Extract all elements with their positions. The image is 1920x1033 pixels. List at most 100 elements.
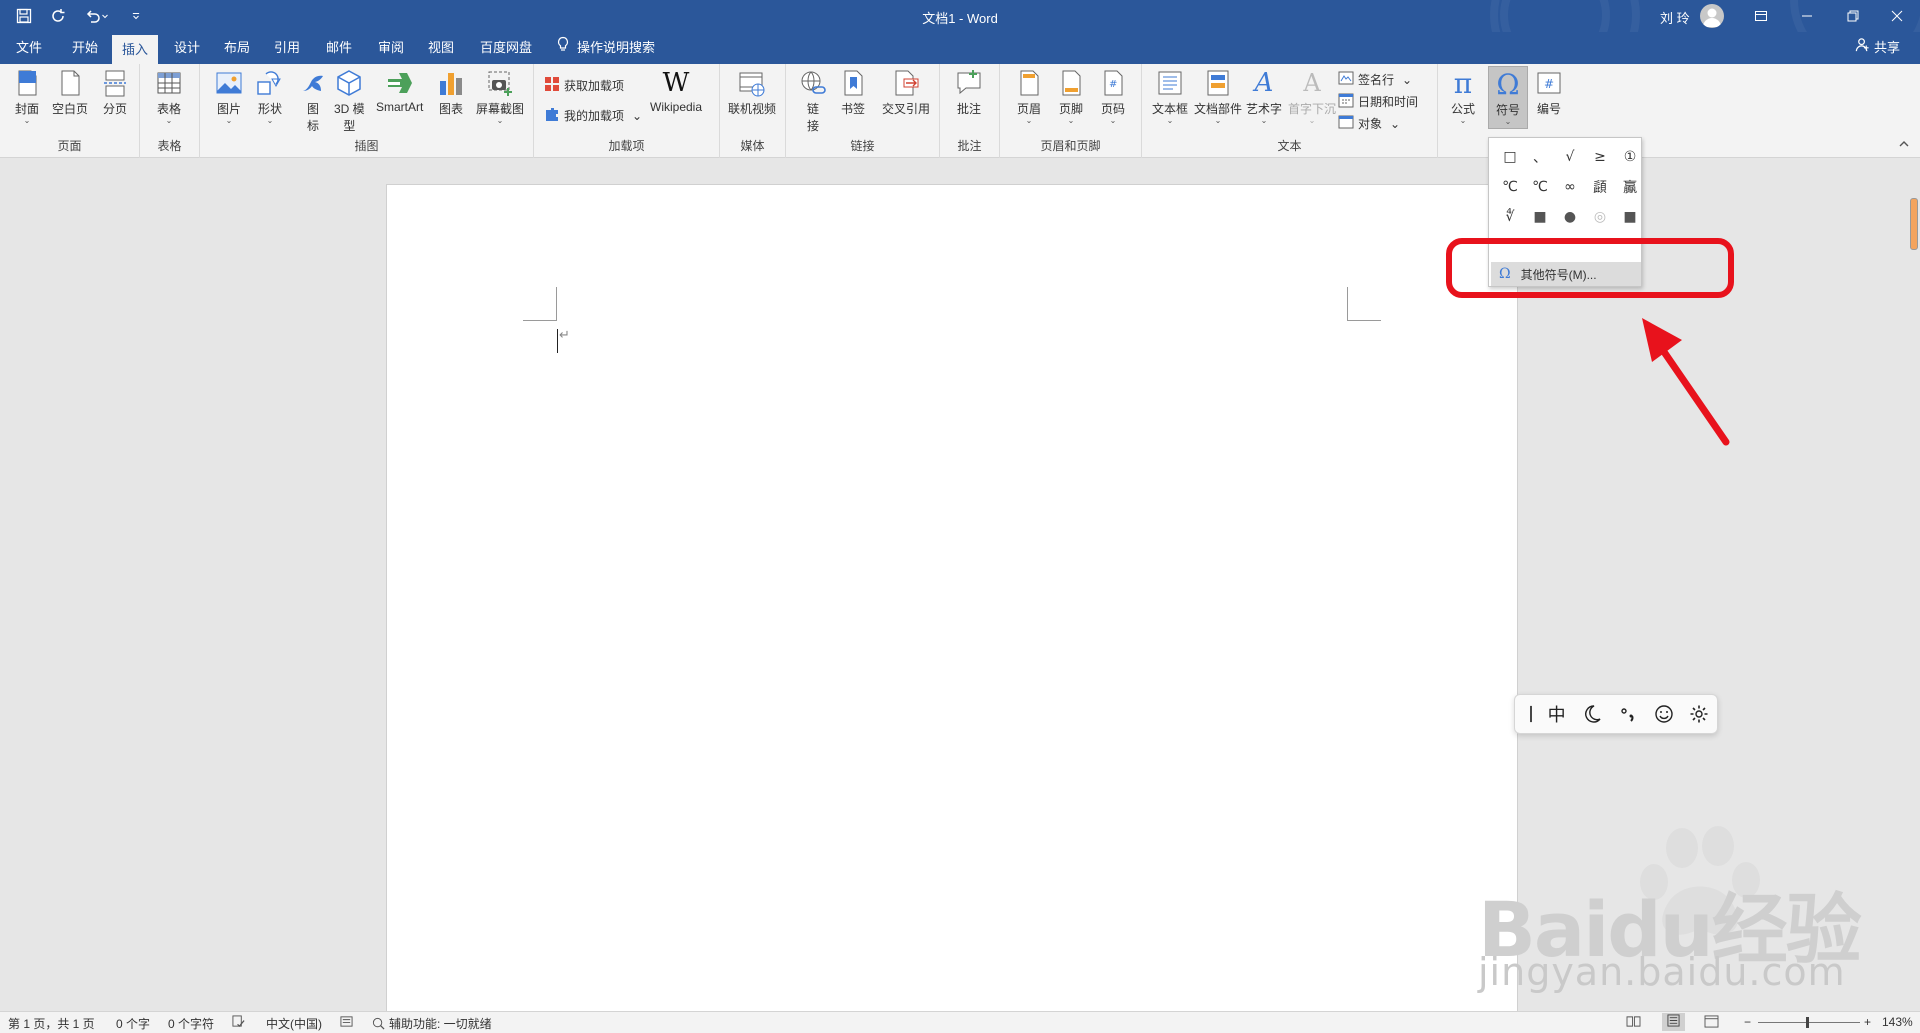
equation-button[interactable]: π 公式 ⌄ — [1448, 67, 1478, 125]
date-time-button[interactable]: 日期和时间 — [1338, 92, 1418, 111]
accessibility-checker[interactable]: 辅助功能: 一切就绪 — [372, 1015, 492, 1032]
drop-cap-button[interactable]: A 首字下沉 ⌄ — [1288, 68, 1336, 125]
char-count[interactable]: 0 个字符 — [168, 1015, 214, 1032]
proofing-icon[interactable] — [232, 1015, 245, 1031]
blank-page-button[interactable]: 空白页 — [52, 68, 88, 117]
tab-home[interactable]: 开始 — [62, 32, 108, 64]
document-page[interactable]: ↵ — [386, 184, 1518, 1024]
symbol-cell[interactable]: 、 — [1525, 142, 1555, 172]
share-button[interactable]: 共享 — [1855, 32, 1900, 64]
symbol-cell[interactable]: ∜ — [1495, 202, 1525, 232]
object-button[interactable]: 对象 ⌄ — [1338, 114, 1400, 133]
page-number-button[interactable]: # 页码 ⌄ — [1098, 68, 1128, 125]
punctuation-icon[interactable] — [1610, 696, 1646, 732]
signature-line-button[interactable]: 签名行 ⌄ — [1338, 70, 1412, 89]
store-icon — [544, 76, 560, 95]
table-button[interactable]: 表格 ⌄ — [154, 68, 184, 125]
symbol-cell[interactable]: √ — [1555, 142, 1585, 172]
vertical-scrollbar[interactable] — [1910, 198, 1918, 250]
web-layout-icon[interactable] — [1704, 1015, 1719, 1031]
tab-mailings[interactable]: 邮件 — [316, 32, 362, 64]
comment-label: 批注 — [956, 102, 981, 116]
symbol-button[interactable]: Ω 符号 ⌄ — [1488, 66, 1528, 129]
tab-layout[interactable]: 布局 — [214, 32, 260, 64]
tab-view[interactable]: 视图 — [418, 32, 464, 64]
numbering-button[interactable]: # 编号 — [1534, 68, 1564, 117]
smartart-button[interactable]: SmartArt — [376, 68, 423, 114]
zoom-in-button[interactable]: + — [1864, 1015, 1871, 1029]
macro-recording-icon[interactable] — [340, 1015, 353, 1031]
symbol-cell[interactable]: ℃ — [1525, 172, 1555, 202]
word-count[interactable]: 0 个字 — [116, 1015, 150, 1032]
link-button[interactable]: 链 接 — [798, 68, 828, 134]
gear-icon[interactable] — [1681, 696, 1717, 732]
symbol-cell[interactable]: ℃ — [1495, 172, 1525, 202]
symbol-cell[interactable]: ◎ — [1585, 202, 1615, 232]
shapes-button[interactable]: 形状 ⌄ — [255, 68, 285, 125]
page-count[interactable]: 第 1 页，共 1 页 — [8, 1015, 95, 1032]
my-addins-button[interactable]: 我的加载项 ⌄ — [544, 106, 642, 125]
tab-design[interactable]: 设计 — [164, 32, 210, 64]
page-break-button[interactable]: 分页 — [100, 68, 130, 117]
user-name[interactable]: 刘 玲 — [1660, 8, 1690, 27]
ribbon-display-options-button[interactable] — [1738, 0, 1784, 32]
text-box-button[interactable]: 文本框 ⌄ — [1152, 68, 1188, 125]
get-addins-button[interactable]: 获取加载项 — [544, 76, 624, 95]
picture-icon — [214, 68, 244, 98]
tell-me-label: 操作说明搜索 — [577, 40, 656, 55]
symbol-cell[interactable]: ① — [1615, 142, 1645, 172]
comment-button[interactable]: 批注 — [954, 68, 984, 117]
header-button[interactable]: 页眉 ⌄ — [1014, 68, 1044, 125]
online-video-button[interactable]: 联机视频 — [728, 68, 776, 117]
symbol-cell[interactable]: ■ — [1615, 202, 1645, 232]
collapse-ribbon-icon[interactable] — [1898, 138, 1910, 153]
cover-page-button[interactable]: 封面 ⌄ — [12, 68, 42, 125]
tab-file[interactable]: 文件 — [6, 32, 52, 64]
wordart-button[interactable]: A 艺术字 ⌄ — [1246, 68, 1282, 125]
moon-icon[interactable] — [1574, 696, 1610, 732]
emoji-icon[interactable] — [1646, 696, 1682, 732]
tab-review[interactable]: 审阅 — [368, 32, 414, 64]
symbol-cell[interactable]: ∞ — [1555, 172, 1585, 202]
chart-button[interactable]: 图表 — [436, 68, 466, 117]
footer-button[interactable]: 页脚 ⌄ — [1056, 68, 1086, 125]
tab-insert[interactable]: 插入 — [112, 35, 159, 64]
ime-drag-handle[interactable] — [1523, 696, 1539, 732]
icons-button[interactable]: 图 标 — [298, 68, 328, 134]
symbol-cell[interactable]: ■ — [1525, 202, 1555, 232]
tab-references[interactable]: 引用 — [264, 32, 310, 64]
language-indicator[interactable]: 中文(中国) — [266, 1015, 322, 1032]
minimize-button[interactable] — [1784, 0, 1830, 32]
icons-label-line2: 标 — [306, 119, 319, 133]
cross-reference-button[interactable]: 交叉引用 — [882, 68, 930, 117]
screenshot-button[interactable]: 屏幕截图 ⌄ — [476, 68, 524, 125]
symbol-cell[interactable]: 鸁 — [1615, 172, 1645, 202]
symbol-cell[interactable]: ● — [1555, 202, 1585, 232]
cube-icon — [334, 68, 364, 98]
restore-button[interactable] — [1830, 0, 1876, 32]
tab-baidu-netdisk[interactable]: 百度网盘 — [470, 32, 542, 64]
wordart-icon: A — [1254, 68, 1274, 98]
bookmark-button[interactable]: 书签 — [838, 68, 868, 117]
3d-models-button[interactable]: 3D 模 型 — [334, 68, 365, 134]
close-button[interactable] — [1874, 0, 1920, 32]
tell-me-search[interactable]: 操作说明搜索 — [555, 32, 655, 64]
addin-icon — [544, 106, 560, 125]
3d-models-label-line1: 3D 模 — [334, 102, 365, 116]
symbol-cell[interactable]: ≥ — [1585, 142, 1615, 172]
zoom-out-button[interactable]: − — [1744, 1015, 1751, 1029]
picture-button[interactable]: 图片 ⌄ — [214, 68, 244, 125]
zoom-slider-thumb[interactable] — [1806, 1017, 1809, 1028]
symbol-cell[interactable]: 頿 — [1585, 172, 1615, 202]
symbol-cell[interactable]: □ — [1495, 142, 1525, 172]
ime-mode-toggle[interactable]: 中 — [1539, 696, 1575, 732]
zoom-slider[interactable] — [1758, 1022, 1860, 1023]
wikipedia-button[interactable]: W Wikipedia — [650, 68, 702, 114]
quick-parts-button[interactable]: 文档部件 ⌄ — [1194, 68, 1242, 125]
text-box-icon — [1155, 68, 1185, 98]
avatar[interactable] — [1700, 4, 1724, 28]
zoom-level[interactable]: 143% — [1882, 1015, 1913, 1029]
accessibility-label: 辅助功能: 一切就绪 — [389, 1017, 492, 1031]
read-mode-icon[interactable] — [1626, 1015, 1641, 1031]
print-layout-icon[interactable] — [1662, 1013, 1685, 1031]
